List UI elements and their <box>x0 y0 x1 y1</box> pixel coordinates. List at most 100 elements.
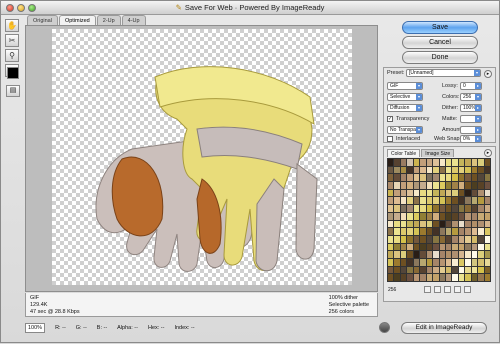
color-swatch[interactable] <box>458 166 465 174</box>
color-swatch[interactable] <box>420 235 426 243</box>
color-swatch[interactable] <box>426 243 433 251</box>
color-swatch[interactable] <box>452 189 458 197</box>
color-swatch[interactable] <box>394 212 400 220</box>
color-swatch[interactable] <box>458 228 465 235</box>
color-swatch[interactable] <box>394 274 400 281</box>
color-swatch[interactable] <box>478 197 484 205</box>
color-swatch[interactable] <box>413 166 420 174</box>
color-swatch[interactable] <box>471 182 478 189</box>
trash-icon[interactable] <box>464 286 471 293</box>
color-swatch[interactable] <box>484 197 490 205</box>
color-swatch[interactable] <box>420 220 426 228</box>
color-swatch[interactable] <box>413 205 420 212</box>
color-swatch[interactable] <box>465 212 471 220</box>
color-swatch[interactable] <box>394 220 400 228</box>
color-swatch[interactable] <box>439 235 445 243</box>
color-swatch[interactable] <box>471 166 478 174</box>
color-swatch[interactable] <box>394 266 400 274</box>
color-swatch[interactable] <box>420 197 426 205</box>
color-swatch[interactable] <box>452 220 458 228</box>
color-swatch[interactable] <box>484 243 490 251</box>
color-swatch[interactable] <box>426 235 433 243</box>
color-swatch[interactable] <box>452 182 458 189</box>
color-swatch[interactable] <box>445 182 452 189</box>
color-swatch[interactable] <box>394 243 400 251</box>
color-swatch[interactable] <box>426 205 433 212</box>
color-swatch[interactable] <box>439 189 445 197</box>
color-swatch[interactable] <box>484 258 490 266</box>
color-swatch[interactable] <box>400 159 407 166</box>
color-swatch[interactable] <box>407 274 413 281</box>
color-swatch[interactable] <box>445 251 452 258</box>
color-reduction-select[interactable]: Selective ▾ <box>387 93 423 101</box>
color-swatch[interactable] <box>465 182 471 189</box>
edit-in-imageready-button[interactable]: Edit in ImageReady <box>401 322 487 334</box>
color-swatch[interactable] <box>407 228 413 235</box>
color-swatch[interactable] <box>413 235 420 243</box>
preview-in-browser-icon[interactable]: ▤ <box>6 85 20 97</box>
color-swatch[interactable] <box>478 274 484 281</box>
color-swatch[interactable] <box>407 159 413 166</box>
color-swatch[interactable] <box>478 235 484 243</box>
color-swatch[interactable] <box>484 235 490 243</box>
color-swatch[interactable] <box>484 159 490 166</box>
color-swatch[interactable] <box>400 212 407 220</box>
color-swatch[interactable] <box>413 182 420 189</box>
imageready-icon[interactable] <box>379 322 390 333</box>
color-swatch[interactable] <box>400 205 407 212</box>
color-swatch[interactable] <box>465 228 471 235</box>
color-swatch[interactable] <box>394 166 400 174</box>
color-swatch[interactable] <box>458 251 465 258</box>
color-swatch[interactable] <box>439 182 445 189</box>
color-swatch[interactable] <box>400 166 407 174</box>
color-swatch[interactable] <box>439 251 445 258</box>
color-swatch[interactable] <box>400 243 407 251</box>
zoom-level-select[interactable]: 100% <box>25 323 46 333</box>
color-swatch[interactable] <box>394 159 400 166</box>
color-swatch[interactable] <box>420 182 426 189</box>
color-swatch[interactable] <box>407 251 413 258</box>
color-swatch[interactable] <box>458 182 465 189</box>
color-swatch[interactable] <box>478 159 484 166</box>
color-swatch[interactable] <box>407 258 413 266</box>
color-swatch[interactable] <box>413 228 420 235</box>
color-swatch[interactable] <box>471 251 478 258</box>
color-swatch[interactable] <box>439 266 445 274</box>
color-swatch[interactable] <box>458 205 465 212</box>
tab-2-up[interactable]: 2-Up <box>96 15 121 25</box>
color-swatch[interactable] <box>478 212 484 220</box>
color-swatch[interactable] <box>484 266 490 274</box>
color-swatch[interactable] <box>426 174 433 182</box>
color-swatch[interactable] <box>388 274 394 281</box>
color-swatch[interactable] <box>484 182 490 189</box>
color-swatch[interactable] <box>458 274 465 281</box>
color-swatch[interactable] <box>420 189 426 197</box>
color-swatch[interactable] <box>394 205 400 212</box>
tab-optimized[interactable]: Optimized <box>58 15 96 25</box>
color-swatch[interactable] <box>388 266 394 274</box>
color-swatch[interactable] <box>439 258 445 266</box>
color-swatch[interactable] <box>433 189 439 197</box>
color-swatch[interactable] <box>394 174 400 182</box>
color-swatch[interactable] <box>452 228 458 235</box>
color-swatch[interactable] <box>445 166 452 174</box>
color-swatch[interactable] <box>471 243 478 251</box>
color-swatch[interactable] <box>400 235 407 243</box>
color-swatch[interactable] <box>484 251 490 258</box>
color-swatch[interactable] <box>452 197 458 205</box>
color-swatch[interactable] <box>478 228 484 235</box>
color-swatch[interactable] <box>478 266 484 274</box>
color-swatch[interactable] <box>433 212 439 220</box>
color-swatch[interactable] <box>426 251 433 258</box>
color-swatch[interactable] <box>458 266 465 274</box>
color-swatch[interactable] <box>413 274 420 281</box>
color-swatch[interactable] <box>400 251 407 258</box>
color-swatch[interactable] <box>478 205 484 212</box>
color-swatch[interactable] <box>433 182 439 189</box>
color-swatch[interactable] <box>426 212 433 220</box>
color-swatch[interactable] <box>400 189 407 197</box>
color-swatch[interactable] <box>388 189 394 197</box>
color-swatch[interactable] <box>471 212 478 220</box>
color-swatch[interactable] <box>407 212 413 220</box>
amount-field[interactable]: ▸ <box>460 126 482 134</box>
